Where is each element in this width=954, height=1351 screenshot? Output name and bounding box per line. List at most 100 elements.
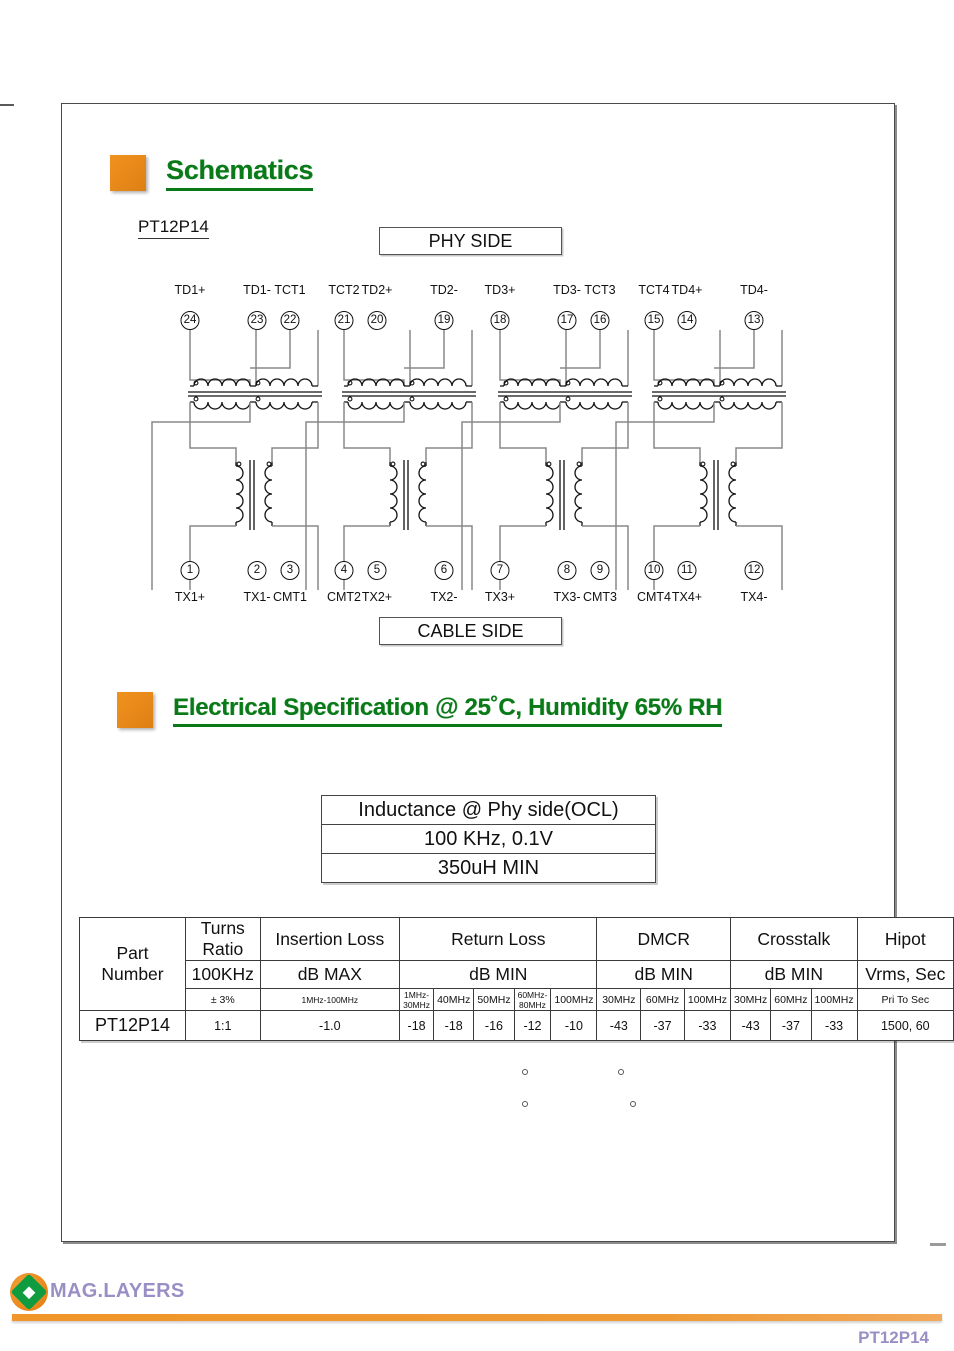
pin-number-22: 22 (280, 311, 300, 330)
spec-subheader-30mhz: 30MHz (596, 988, 642, 1011)
spec-subheader-40mhz: 40MHz (433, 988, 475, 1011)
inductance-cell-2: 350uH MIN (321, 853, 656, 883)
spec-value-1-1: 1:1 (185, 1010, 261, 1041)
spec-subheader-30mhz: 30MHz (729, 988, 772, 1011)
maglayers-logo-icon (10, 1273, 48, 1311)
logo-wordmark: MAG.LAYERS (50, 1280, 185, 1302)
inductance-row: 100 KHz, 0.1V (321, 824, 656, 854)
spec-value--33: -33 (810, 1010, 858, 1041)
phy-side-label: PHY SIDE (379, 227, 562, 255)
section-title-electrical-spec: Electrical Specification @ 25˚C, Humidit… (173, 694, 722, 727)
spec-table-row-4: PT12P14 1:1 -1.0 -18 -18 -16 -12 -10 -43 -37 -33 -4… (79, 1010, 954, 1041)
stray-mark (522, 1069, 528, 1075)
pin-label-tx1n: TX1- (243, 590, 271, 604)
pin-label-td4n: TD4- (740, 283, 768, 297)
spec-value--18: -18 (399, 1010, 435, 1041)
inductance-table: Inductance @ Phy side(OCL) 100 KHz, 0.1V 3… (321, 795, 656, 883)
inductance-table-body: Inductance @ Phy side(OCL) 100 KHz, 0.1V 3… (321, 795, 656, 883)
spec-group-unit-crosstalk: dB MIN (729, 960, 858, 989)
pin-number-24: 24 (180, 311, 200, 330)
pin-number-2: 2 (247, 561, 267, 580)
pin-number-23: 23 (247, 311, 267, 330)
pin-label-tx2p: TX2+ (361, 590, 393, 604)
pin-label-tct3: TCT3 (584, 283, 616, 297)
pin-label-td1p: TD1+ (174, 283, 206, 297)
datasheet-page: Schematics PT12P14 PHY SIDE CABLE SIDE T… (0, 0, 954, 1351)
pin-number-21: 21 (334, 311, 354, 330)
spec-value--1-0: -1.0 (259, 1010, 401, 1041)
spec-subheader-60mhz-80mhz: 60MHz-80MHz (513, 988, 552, 1011)
spec-group-unit-hipot: Vrms, Sec (856, 960, 954, 989)
pin-number-18: 18 (490, 311, 510, 330)
section-heading-schematics: Schematics (110, 155, 313, 191)
spec-table-row-3: ± 3% 1MHz-100MHz 1MHz-30MHz 40MHz 50MHz 60MHz… (80, 988, 954, 1011)
pin-label-tx1p: TX1+ (174, 590, 206, 604)
spec-subheader--3-: ± 3% (185, 988, 261, 1011)
spec-group-name-dmcr: DMCR (596, 917, 731, 961)
inductance-cell-0: Inductance @ Phy side(OCL) (321, 795, 656, 825)
spec-subheader-100mhz: 100MHz (550, 988, 598, 1011)
pin-number-16: 16 (590, 311, 610, 330)
spec-group-unit-insertion-loss: dB MAX (259, 960, 401, 989)
orange-square-bullet-icon-2 (117, 692, 153, 728)
spec-group-unit-dmcr: dB MIN (596, 960, 731, 989)
spec-value-1500-60: 1500, 60 (856, 1010, 954, 1041)
pin-number-6: 6 (434, 561, 454, 580)
pin-label-cmt3: CMT3 (582, 590, 618, 604)
pin-label-cmt4: CMT4 (636, 590, 672, 604)
pin-label-tx2n: TX2- (430, 590, 458, 604)
inductance-row: 350uH MIN (321, 853, 656, 883)
spec-subheader-100mhz: 100MHz (810, 988, 858, 1011)
pin-number-5: 5 (367, 561, 387, 580)
pin-label-tct1: TCT1 (274, 283, 306, 297)
spec-group-name-insertion-loss: Insertion Loss (259, 917, 401, 961)
spec-value--12: -12 (513, 1010, 552, 1041)
spec-table-body: Part Number Turns Ratio Insertion Loss Retu… (79, 917, 954, 1041)
pin-number-13: 13 (744, 311, 764, 330)
spec-value--18: -18 (433, 1010, 475, 1041)
spec-subheader-1mhz-30mhz: 1MHz-30MHz (399, 988, 435, 1011)
spec-group-name-turns-ratio: Turns Ratio (185, 917, 261, 961)
spec-value--16: -16 (473, 1010, 515, 1041)
spec-subheader-100mhz: 100MHz (683, 988, 731, 1011)
spec-group-unit-return-loss: dB MIN (399, 960, 598, 989)
pin-label-tx4n: TX4- (740, 590, 768, 604)
pin-label-tct4: TCT4 (638, 283, 670, 297)
spec-row-part-number: PT12P14 (79, 1010, 186, 1041)
footer-accent-bar (12, 1314, 942, 1321)
spec-group-name-crosstalk: Crosstalk (729, 917, 858, 961)
pin-number-1: 1 (180, 561, 200, 580)
spec-subheader-1mhz-100mhz: 1MHz-100MHz (259, 988, 401, 1011)
spec-header-part-number: Part Number (79, 917, 186, 1011)
spec-value--37: -37 (640, 1010, 685, 1041)
pin-label-cmt2: CMT2 (326, 590, 362, 604)
pin-number-19: 19 (434, 311, 454, 330)
pin-number-20: 20 (367, 311, 387, 330)
spec-table-row-2: 100KHz dB MAX dB MIN dB MIN dB MIN Vrms, Sec (80, 960, 954, 989)
pin-label-td4p: TD4+ (671, 283, 703, 297)
spec-value--33: -33 (683, 1010, 731, 1041)
schematic-part-number: PT12P14 (138, 217, 209, 239)
inductance-cell-1: 100 KHz, 0.1V (321, 824, 656, 854)
spec-value--10: -10 (550, 1010, 598, 1041)
pin-label-td3p: TD3+ (484, 283, 516, 297)
page-footer: MAG.LAYERS PT12P14 (0, 1270, 954, 1351)
inductance-row: Inductance @ Phy side(OCL) (321, 795, 656, 825)
pin-label-cmt1: CMT1 (272, 590, 308, 604)
spec-group-name-return-loss: Return Loss (399, 917, 598, 961)
pin-label-tx4p: TX4+ (671, 590, 703, 604)
pin-label-td1n: TD1- (243, 283, 271, 297)
logo-diamond-shape (10, 1273, 48, 1311)
pin-number-7: 7 (490, 561, 510, 580)
stray-mark (618, 1069, 624, 1075)
pin-number-8: 8 (557, 561, 577, 580)
spec-table-row-1: Part Number Turns Ratio Insertion Loss Retu… (79, 917, 954, 1011)
pin-number-12: 12 (744, 561, 764, 580)
footer-part-number: PT12P14 (858, 1328, 929, 1347)
pin-label-tx3p: TX3+ (484, 590, 516, 604)
pin-number-9: 9 (590, 561, 610, 580)
pin-label-tct2: TCT2 (328, 283, 360, 297)
stray-mark (522, 1101, 528, 1107)
spec-subheader-60mhz: 60MHz (770, 988, 812, 1011)
section-heading-electrical-spec: Electrical Specification @ 25˚C, Humidit… (117, 692, 722, 728)
